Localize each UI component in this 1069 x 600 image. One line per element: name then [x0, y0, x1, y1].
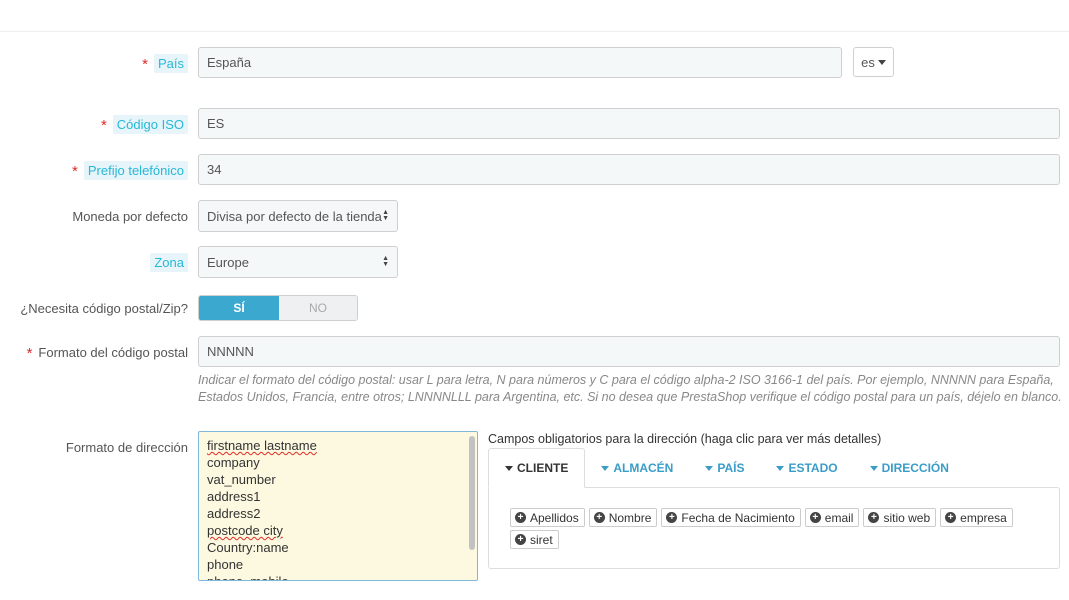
tab-direccion[interactable]: DIRECCIÓN [854, 448, 965, 488]
address-line: address1 [207, 489, 261, 504]
address-line: vat_number [207, 472, 276, 487]
chip-label: email [824, 510, 854, 525]
plus-circle-icon: + [593, 512, 605, 523]
address-line: firstname lastname [207, 437, 469, 454]
iso-code-label-text: Código ISO [112, 114, 188, 134]
chip-label: Nombre [608, 510, 652, 525]
caret-down-icon [869, 465, 878, 471]
tab-pais[interactable]: PAÍS [689, 448, 760, 488]
caret-down-icon [601, 465, 610, 471]
zone-label: Zona [150, 251, 188, 273]
tab-label: DIRECCIÓN [881, 461, 949, 475]
field-chip-siret[interactable]: + siret [510, 530, 559, 549]
zip-format-help-line: Indicar el formato del código postal: us… [198, 373, 1054, 387]
plus-circle-icon: + [666, 512, 678, 523]
language-dropdown-button[interactable]: es [853, 47, 894, 77]
chip-label: sitio web [883, 510, 931, 525]
textarea-scrollbar[interactable] [469, 436, 475, 550]
address-format-label: Formato de dirección [66, 436, 188, 458]
zip-needed-label-text: ¿Necesita código postal/Zip? [20, 300, 188, 316]
phone-prefix-label: * Prefijo telefónico [72, 159, 188, 181]
zone-label-text: Zona [150, 252, 188, 272]
chip-label: Fecha de Nacimiento [681, 510, 795, 525]
country-label-text: País [153, 53, 188, 73]
language-code: es [861, 54, 875, 70]
field-chip-fecha[interactable]: + Fecha de Nacimiento [661, 508, 801, 527]
zone-value: Europe [207, 254, 249, 270]
required-fields-title: Campos obligatorios para la dirección (h… [488, 432, 882, 446]
tab-label: ALMACÉN [613, 461, 674, 475]
toggle-no-option[interactable]: NO [279, 296, 357, 320]
address-format-label-text: Formato de dirección [65, 439, 188, 455]
zip-format-value: NNNNN [207, 344, 254, 359]
zip-format-help: Indicar el formato del código postal: us… [198, 372, 1062, 406]
plus-circle-icon: + [868, 512, 880, 523]
caret-down-icon [705, 465, 714, 471]
tab-label: PAÍS [717, 461, 745, 475]
zip-needed-label: ¿Necesita código postal/Zip? [20, 297, 188, 319]
required-marker: * [72, 162, 78, 180]
toggle-yes-option[interactable]: SÍ [199, 296, 279, 320]
currency-label: Moneda por defecto [72, 205, 188, 227]
required-fields-tabs: CLIENTE ALMACÉN PAÍS ESTADO DIRECCIÓN [488, 448, 965, 488]
plus-circle-icon: + [515, 512, 526, 523]
country-label: * País [142, 52, 188, 74]
tab-label: CLIENTE [517, 461, 569, 475]
select-arrows-icon: ▲ ▼ [382, 255, 389, 268]
required-marker: * [100, 116, 107, 134]
plus-circle-icon: + [515, 534, 526, 545]
country-name-input[interactable]: España [198, 47, 842, 78]
address-line: phone [207, 557, 244, 572]
chip-label: Apellidos [530, 510, 579, 525]
required-marker: * [26, 344, 33, 362]
tab-almacen[interactable]: ALMACÉN [585, 448, 689, 488]
field-chip-list: + Apellidos + Nombre + Fecha de Nacimiento … [510, 508, 1030, 549]
iso-code-input[interactable]: ES [198, 108, 1060, 139]
select-arrows-icon: ▲ ▼ [382, 209, 389, 222]
phone-prefix-input[interactable]: 34 [198, 154, 1060, 185]
address-line: address2 [207, 506, 261, 521]
caret-down-icon [877, 59, 886, 65]
iso-code-label: * Código ISO [101, 113, 188, 135]
address-line-text: postcode city [207, 523, 283, 538]
tab-estado[interactable]: ESTADO [760, 448, 853, 488]
address-format-lines: firstname lastname company vat_number ad… [199, 432, 477, 580]
plus-circle-icon: + [945, 512, 957, 523]
zip-needed-toggle[interactable]: SÍ NO [198, 295, 358, 321]
zone-select[interactable]: Europe ▲ ▼ [198, 246, 398, 278]
zip-format-label: * Formato del código postal [27, 341, 188, 363]
field-chip-apellidos[interactable]: + Apellidos [510, 508, 585, 527]
tab-label: ESTADO [788, 461, 838, 475]
caret-down-icon [776, 465, 785, 471]
address-line: Country:name [207, 540, 289, 555]
zip-format-input[interactable]: NNNNN [198, 336, 1060, 367]
address-line: postcode city [207, 522, 469, 539]
top-divider [0, 31, 1069, 32]
field-chip-empresa[interactable]: + empresa [940, 508, 1013, 527]
currency-select[interactable]: Divisa por defecto de la tienda ▲ ▼ [198, 200, 398, 232]
address-line: company [207, 455, 260, 470]
field-chip-email[interactable]: + email [804, 508, 860, 527]
caret-down-icon [505, 465, 513, 471]
address-format-textarea[interactable]: firstname lastname company vat_number ad… [198, 431, 478, 581]
iso-code-value: ES [207, 116, 225, 131]
field-chip-nombre[interactable]: + Nombre [588, 508, 658, 527]
zip-format-help-line: Estados Unidos, Francia, entre otros; LN… [198, 390, 1062, 404]
chip-label: siret [530, 532, 553, 547]
currency-label-text: Moneda por defecto [72, 208, 188, 224]
phone-prefix-label-text: Prefijo telefónico [83, 160, 188, 180]
plus-circle-icon: + [809, 512, 821, 523]
currency-value: Divisa por defecto de la tienda [207, 208, 382, 224]
country-name-value: España [207, 55, 252, 70]
address-line: phone_mobile [207, 573, 469, 580]
field-chip-sitio-web[interactable]: + sitio web [863, 508, 937, 527]
required-marker: * [142, 55, 148, 73]
phone-prefix-value: 34 [207, 162, 222, 177]
chip-label: empresa [960, 510, 1007, 525]
tab-cliente[interactable]: CLIENTE [488, 448, 586, 488]
address-line-text: firstname lastname [207, 438, 317, 453]
zip-format-label-text: Formato del código postal [38, 344, 188, 360]
